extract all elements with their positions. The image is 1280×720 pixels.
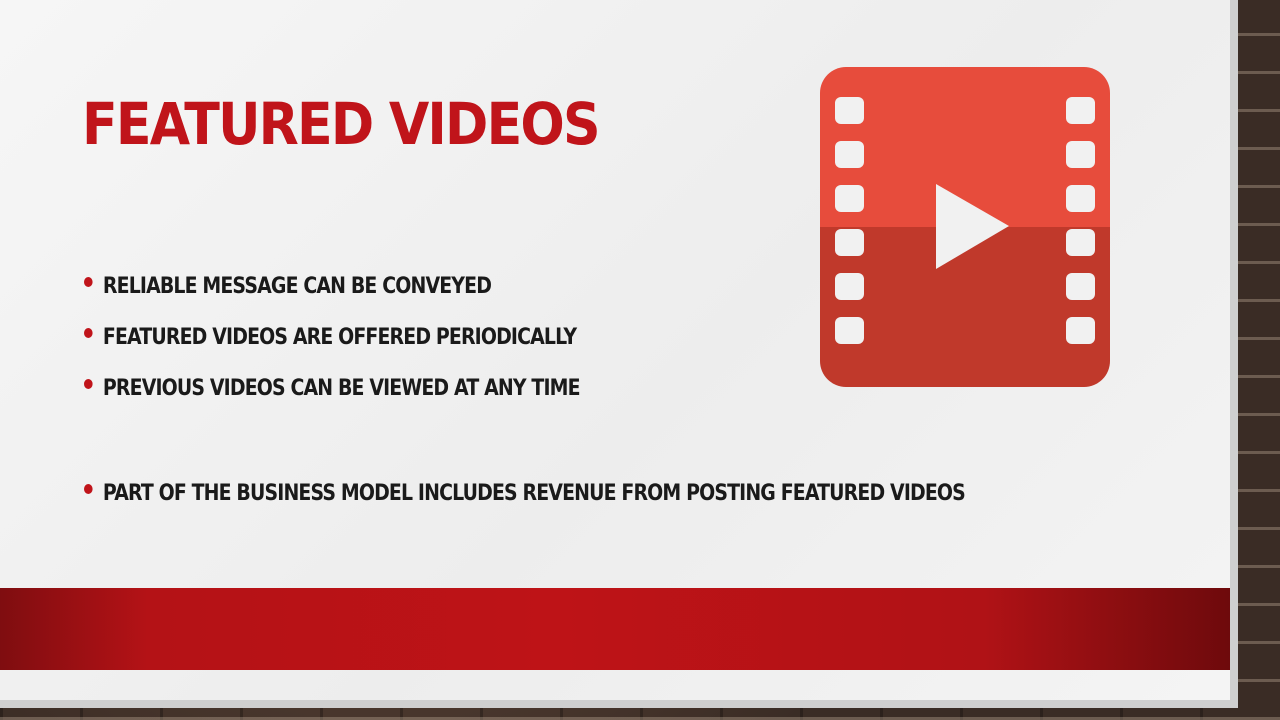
film-strip-play-icon (820, 67, 1110, 387)
bullet-text: Previous videos can be viewed at any tim… (102, 376, 581, 401)
bullet-dot-icon (84, 277, 93, 287)
slide-canvas: Featured Videos Reliable message can be … (0, 0, 1230, 700)
bullet-text: Reliable message can be conveyed (102, 274, 492, 299)
bullet-item: Reliable message can be conveyed (84, 274, 492, 299)
footer-red-band (0, 588, 1230, 670)
bullet-item: Featured videos are offered periodically (84, 325, 577, 350)
bullet-dot-icon (84, 328, 93, 338)
bullet-dot-icon (84, 484, 93, 494)
bullet-text: Featured videos are offered periodically (102, 325, 577, 350)
bullet-item: Part of the business model includes reve… (84, 481, 966, 506)
slide-title: Featured Videos (82, 90, 601, 158)
bullet-dot-icon (84, 379, 93, 389)
bullet-item: Previous videos can be viewed at any tim… (84, 376, 581, 401)
bullet-text: Part of the business model includes reve… (102, 481, 966, 506)
